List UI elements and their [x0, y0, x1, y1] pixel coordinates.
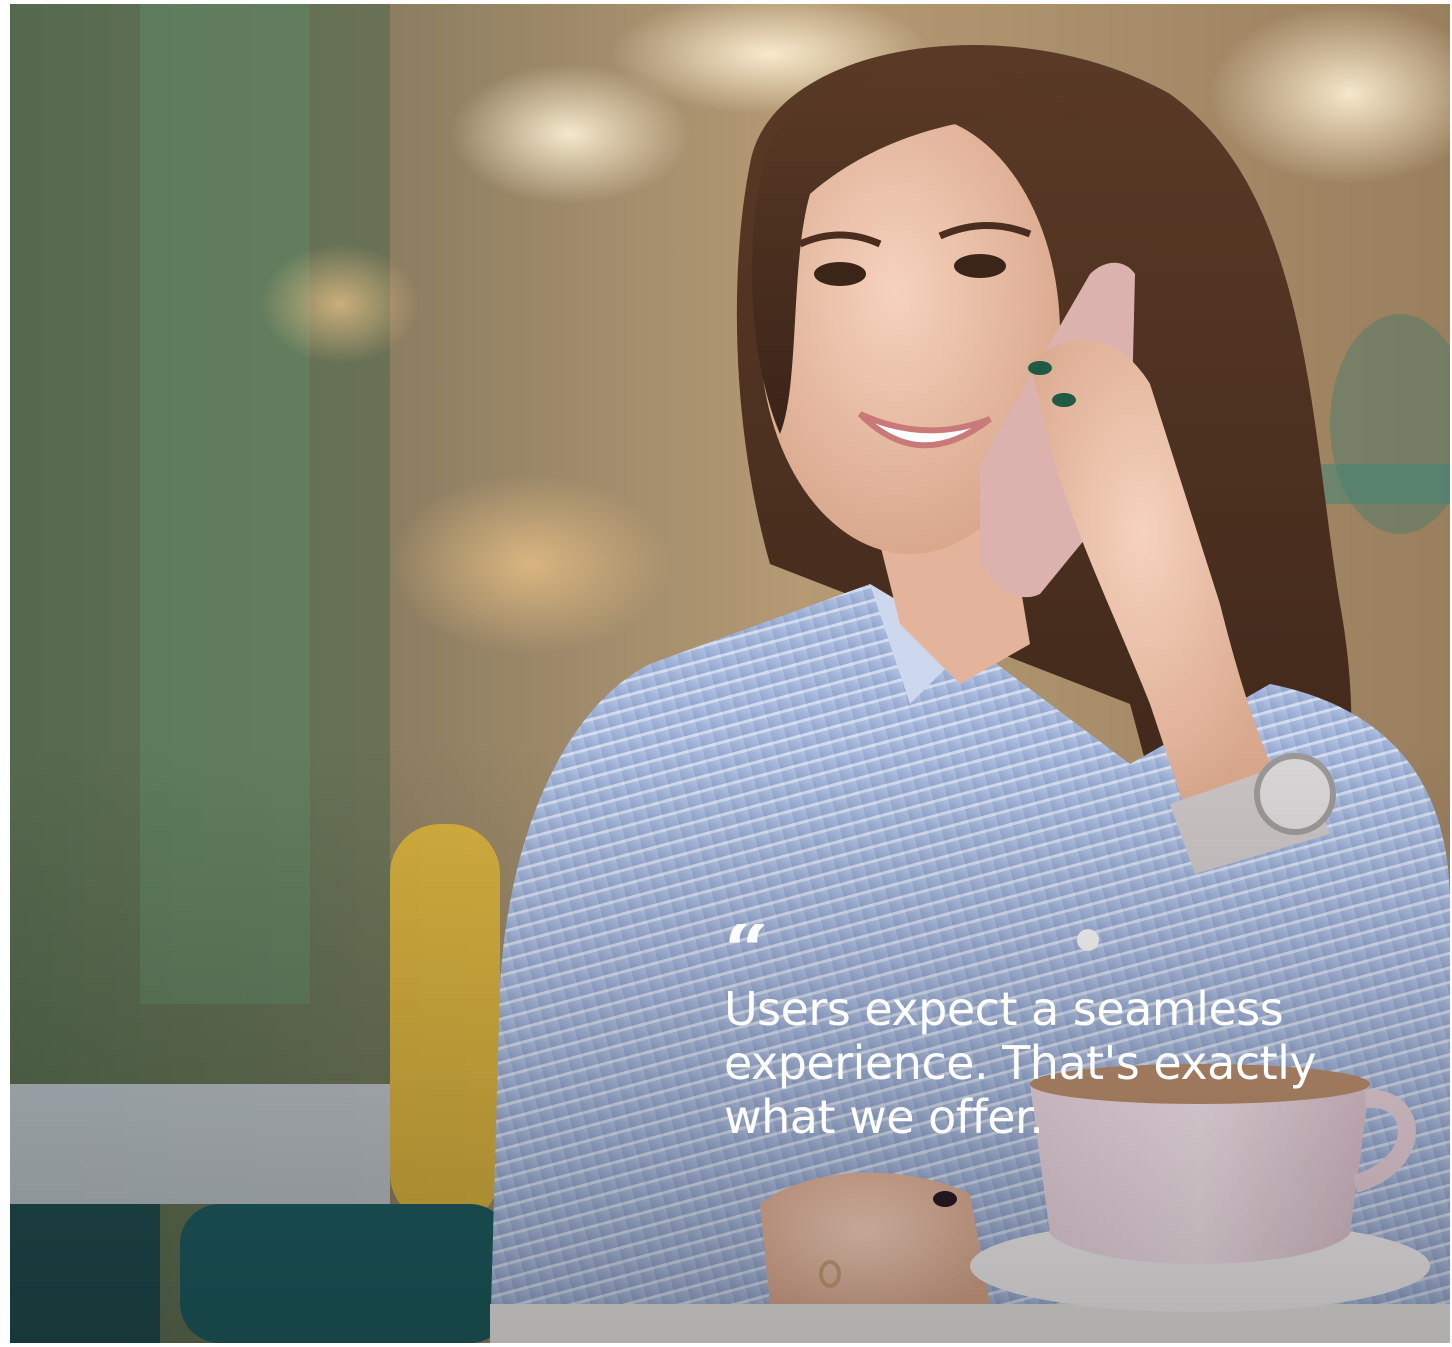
testimonial-quote: “ Users expect a seamless experience. Th…: [724, 924, 1384, 1144]
quote-mark-icon: “: [724, 924, 769, 976]
quote-text: Users expect a seamless experience. That…: [724, 982, 1317, 1144]
hero-image-frame: “ Users expect a seamless experience. Th…: [10, 4, 1450, 1343]
